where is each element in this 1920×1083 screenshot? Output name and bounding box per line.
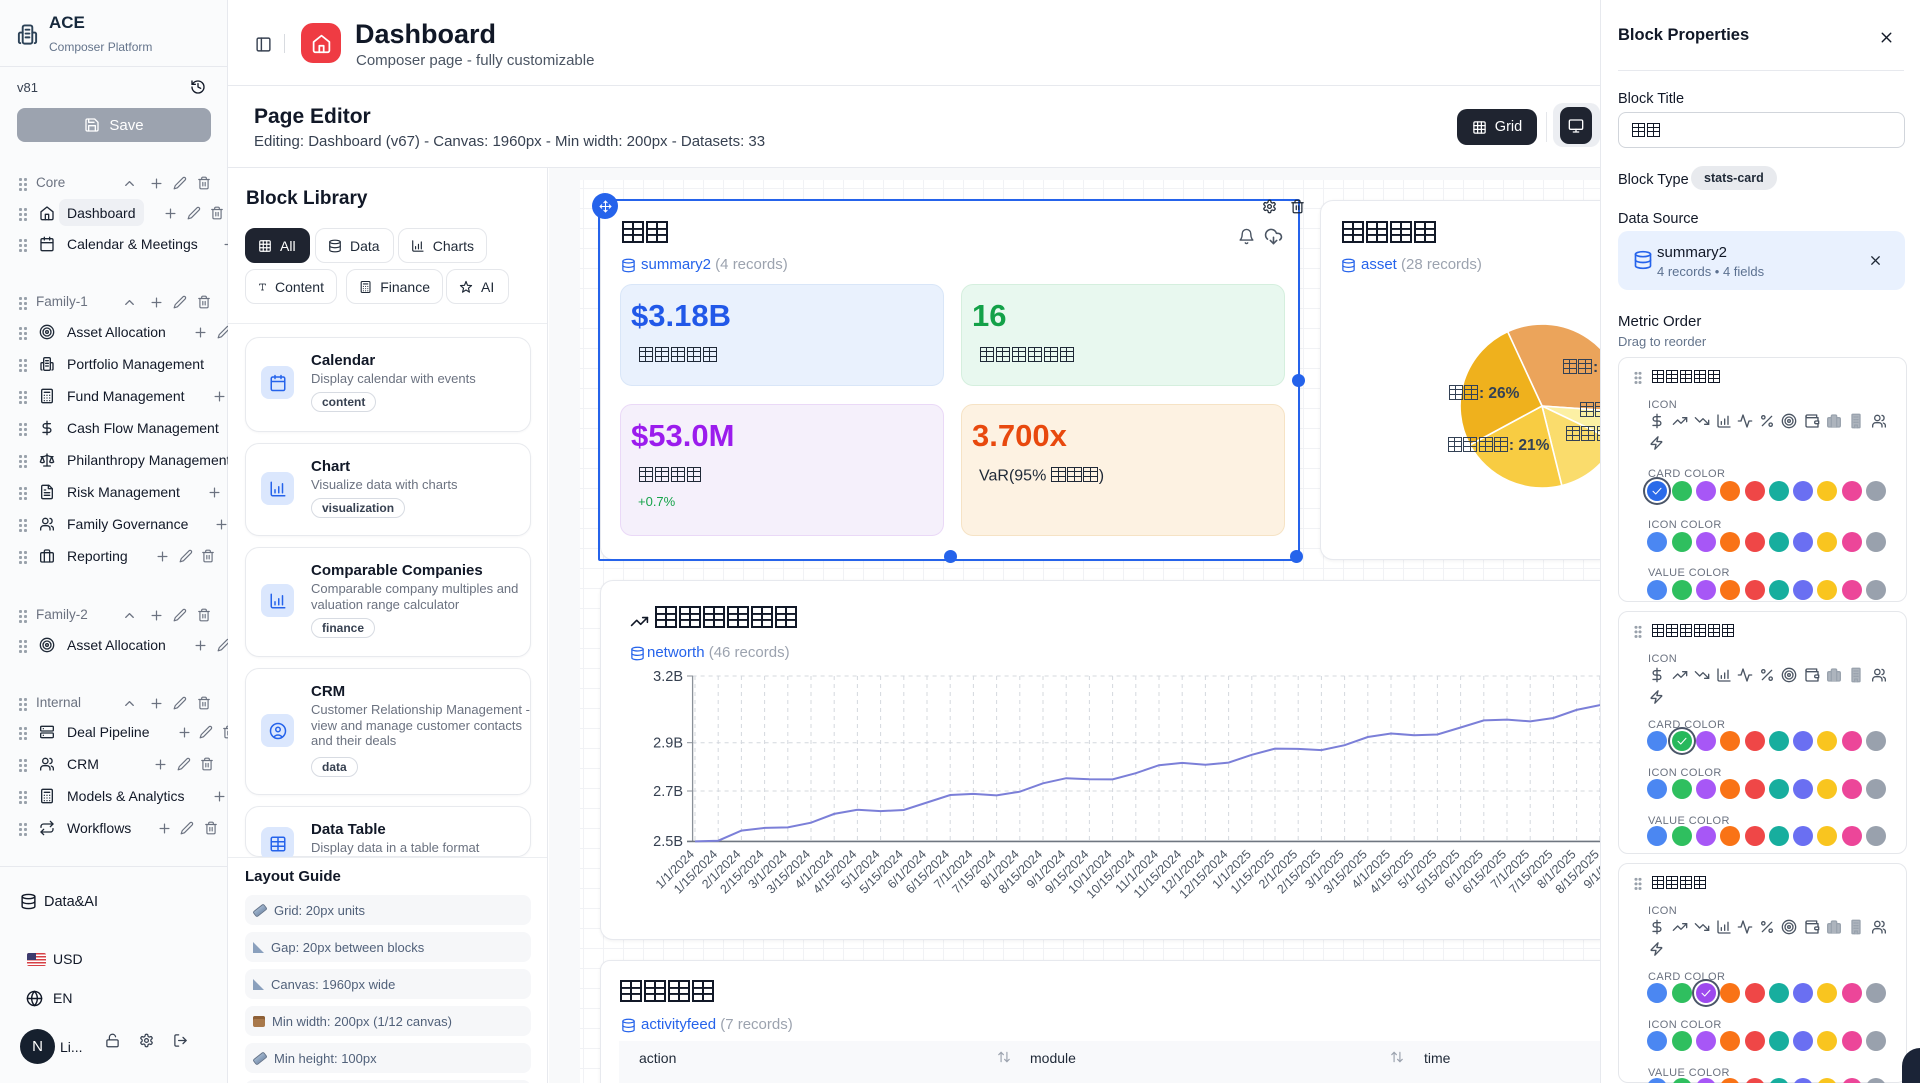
svg-text:2.7B: 2.7B xyxy=(653,784,683,800)
svg-text:3.2B: 3.2B xyxy=(653,669,683,685)
svg-text:2.5B: 2.5B xyxy=(653,834,683,850)
svg-text:2.9B: 2.9B xyxy=(653,736,683,752)
